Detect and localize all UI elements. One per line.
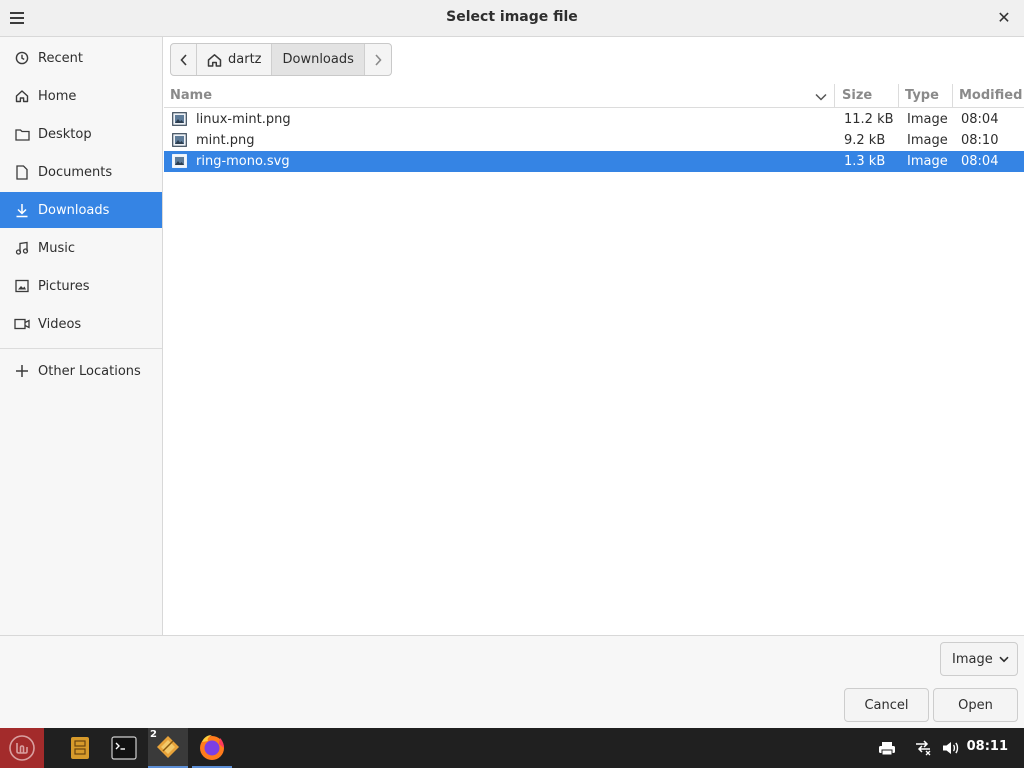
file-row[interactable]: mint.png 9.2 kB Image 08:10 — [164, 130, 1024, 151]
file-row-selected[interactable]: ring-mono.svg 1.3 kB Image 08:04 — [164, 151, 1024, 172]
column-header-modified[interactable]: Modified — [959, 88, 1022, 103]
file-modified: 08:10 — [961, 133, 999, 148]
file-modified: 08:04 — [961, 154, 999, 169]
image-app-icon — [157, 736, 179, 758]
file-type: Image — [907, 112, 948, 127]
path-bar: dartz Downloads — [170, 43, 392, 76]
sidebar-item-label: Videos — [38, 316, 82, 332]
volume-icon[interactable] — [940, 728, 962, 768]
column-header-name[interactable]: Name — [170, 88, 212, 103]
title-bar: Select image file ✕ — [0, 0, 1024, 37]
network-disconnected-icon[interactable] — [912, 728, 934, 768]
sidebar-divider — [0, 348, 162, 349]
column-header-row: Name Size Type Modified — [164, 84, 1024, 108]
clock-icon — [14, 50, 30, 66]
path-segment-current[interactable]: Downloads — [272, 44, 365, 75]
column-header-size[interactable]: Size — [842, 88, 872, 103]
window-count-badge: 2 — [150, 729, 157, 740]
sidebar-item-home[interactable]: Home — [0, 78, 162, 114]
image-file-icon — [172, 112, 187, 126]
sidebar-item-label: Desktop — [38, 126, 92, 142]
clock[interactable]: 08:11 — [967, 739, 1008, 754]
picture-icon — [14, 278, 30, 294]
sidebar-item-pictures[interactable]: Pictures — [0, 268, 162, 304]
sidebar-item-recent[interactable]: Recent — [0, 40, 162, 76]
path-forward-button[interactable] — [365, 44, 391, 75]
file-type: Image — [907, 154, 948, 169]
path-segment-label: Downloads — [282, 52, 354, 67]
sidebar-item-label: Documents — [38, 164, 113, 180]
sidebar-item-label: Other Locations — [38, 363, 141, 379]
sort-chevron-down-icon[interactable] — [815, 93, 827, 101]
path-segment-label: dartz — [228, 52, 262, 67]
path-segment-home[interactable]: dartz — [197, 44, 273, 75]
column-divider — [952, 84, 953, 108]
sidebar-item-label: Pictures — [38, 278, 90, 294]
places-sidebar: Recent Home Desktop Documents Downloads … — [0, 37, 163, 635]
printer-icon[interactable] — [876, 728, 898, 768]
file-row[interactable]: linux-mint.png 11.2 kB Image 08:04 — [164, 109, 1024, 130]
cancel-button-label: Cancel — [864, 697, 909, 713]
folder-icon — [14, 126, 30, 142]
file-size: 9.2 kB — [844, 133, 886, 148]
file-size: 1.3 kB — [844, 154, 886, 169]
sidebar-item-label: Home — [38, 88, 77, 104]
document-icon — [14, 164, 30, 180]
image-file-icon — [172, 154, 187, 168]
column-header-type[interactable]: Type — [905, 88, 939, 103]
file-name: ring-mono.svg — [196, 154, 290, 169]
chevron-right-icon — [375, 53, 382, 66]
download-icon — [14, 202, 30, 218]
file-name: mint.png — [196, 133, 255, 148]
start-menu-button[interactable] — [0, 728, 44, 768]
file-modified: 08:04 — [961, 112, 999, 127]
file-name: linux-mint.png — [196, 112, 291, 127]
mint-logo-icon — [9, 735, 35, 761]
file-filter-value: Image — [952, 651, 993, 667]
open-button[interactable]: Open — [933, 688, 1018, 722]
taskbar: 2 08:11 — [0, 728, 1024, 768]
sidebar-item-music[interactable]: Music — [0, 230, 162, 266]
path-back-button[interactable] — [171, 44, 197, 75]
chevron-down-icon — [999, 656, 1009, 662]
close-icon[interactable]: ✕ — [996, 8, 1012, 28]
music-icon — [14, 240, 30, 256]
file-size: 11.2 kB — [844, 112, 894, 127]
column-divider — [834, 84, 835, 108]
sidebar-item-label: Downloads — [38, 202, 110, 218]
file-filter-dropdown[interactable]: Image — [940, 642, 1018, 676]
sidebar-item-desktop[interactable]: Desktop — [0, 116, 162, 152]
taskbar-terminal[interactable] — [104, 728, 144, 768]
sidebar-item-downloads[interactable]: Downloads — [0, 192, 162, 228]
sidebar-item-label: Recent — [38, 50, 83, 66]
video-icon — [14, 316, 30, 332]
home-icon — [14, 88, 30, 104]
chevron-left-icon — [179, 53, 187, 66]
open-button-label: Open — [958, 697, 993, 713]
plus-icon — [14, 363, 30, 379]
dialog-action-area: Image Cancel Open — [0, 635, 1024, 728]
taskbar-file-manager[interactable] — [60, 728, 100, 768]
cancel-button[interactable]: Cancel — [844, 688, 929, 722]
taskbar-image-app[interactable]: 2 — [148, 728, 188, 768]
taskbar-firefox[interactable] — [192, 728, 232, 768]
file-type: Image — [907, 133, 948, 148]
sidebar-item-other-locations[interactable]: Other Locations — [0, 353, 162, 389]
file-cabinet-icon — [71, 737, 89, 759]
home-icon — [207, 53, 222, 67]
dialog-title: Select image file — [446, 9, 578, 25]
column-divider — [898, 84, 899, 108]
file-list[interactable]: Name Size Type Modified linux-mint.png 1… — [164, 84, 1024, 635]
sidebar-item-videos[interactable]: Videos — [0, 306, 162, 342]
firefox-icon — [200, 735, 224, 760]
sidebar-item-label: Music — [38, 240, 75, 256]
image-file-icon — [172, 133, 187, 147]
terminal-icon — [111, 736, 137, 760]
sidebar-item-documents[interactable]: Documents — [0, 154, 162, 190]
